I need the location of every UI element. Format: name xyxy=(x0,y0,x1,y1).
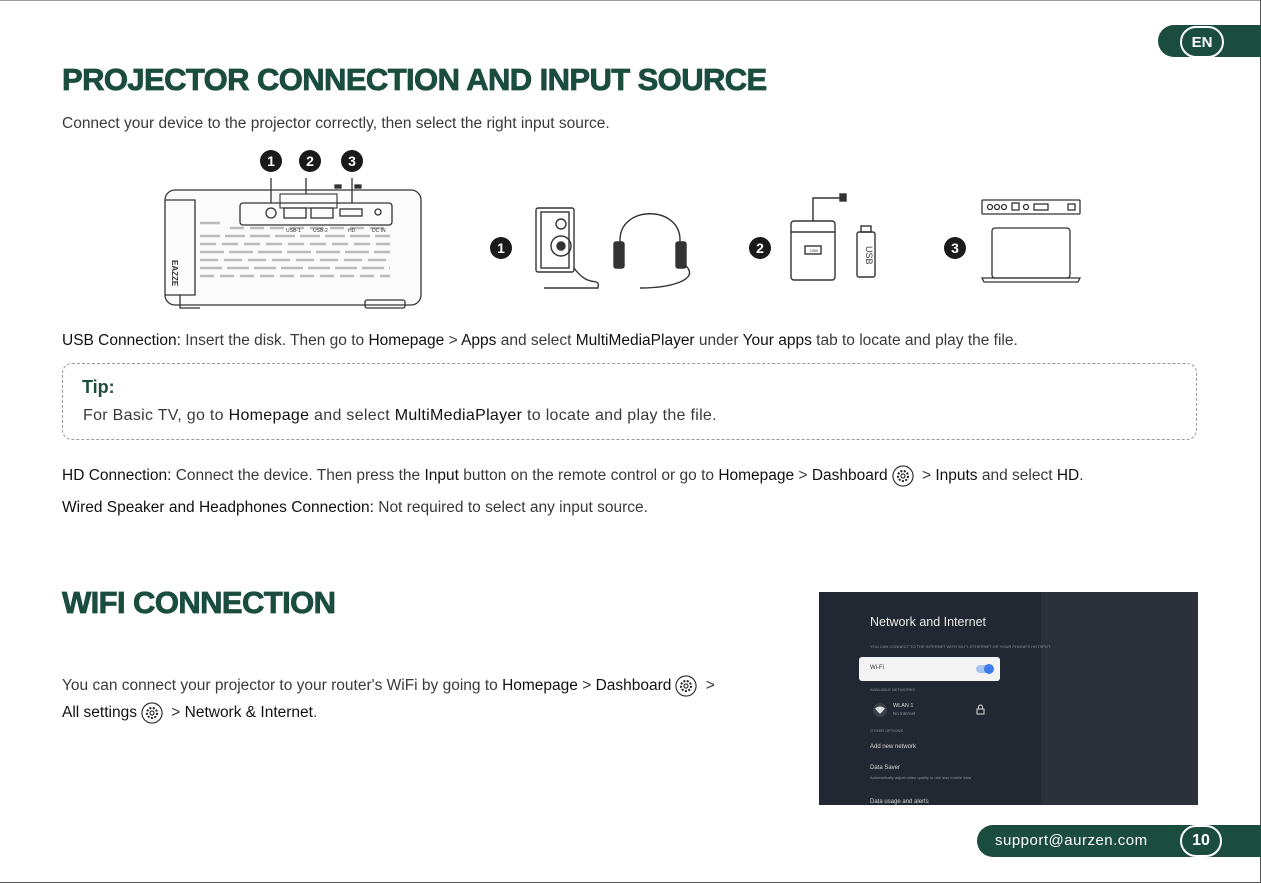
language-badge: EN xyxy=(1180,26,1224,58)
wifi-text-2: . xyxy=(312,704,318,722)
settings-gear-icon xyxy=(141,702,163,724)
usb-homepage: Homepage xyxy=(368,332,445,349)
marker-2-top: 2 xyxy=(299,150,321,172)
usb-text-4: tab to locate and play the file. xyxy=(811,332,1018,349)
brand-logo-text: EAZZE xyxy=(170,260,179,287)
page-border-top xyxy=(0,0,1261,1)
tv-screen-title: Network and Internet xyxy=(870,615,987,629)
wifi-homepage: Homepage xyxy=(502,677,578,695)
hd-homepage: Homepage xyxy=(718,467,795,485)
tip-body: For Basic TV, go to Homepage and select … xyxy=(83,407,717,425)
wifi-text-line-1: You can connect your projector to your r… xyxy=(62,675,715,697)
drive-label: USB xyxy=(810,248,819,253)
usb-stick-label: USB xyxy=(864,246,874,265)
hd-connection-text: HD Connection: Connect the device. Then … xyxy=(62,465,1084,487)
hd-input: Input xyxy=(424,467,459,485)
tip-text-3: to locate and play the file. xyxy=(522,407,717,424)
wifi-sep-2: > xyxy=(701,677,715,695)
hd-text-3: and select xyxy=(977,467,1057,485)
other-options-header: OTHER OPTIONS xyxy=(870,728,904,733)
tip-title: Tip: xyxy=(82,377,115,397)
usb-player: MultiMediaPlayer xyxy=(575,332,695,349)
support-email: support@aurzen.com xyxy=(995,832,1148,849)
port-label-dcin: DC IN xyxy=(372,228,386,234)
laptop-illustration xyxy=(980,199,1082,283)
marker-3-devices: 3 xyxy=(944,237,966,259)
hd-connection-label: HD Connection: xyxy=(62,467,172,485)
network-name[interactable]: WLAN 1 xyxy=(893,703,913,709)
tip-text-2: and select xyxy=(309,407,395,424)
wifi-text-1: You can connect your projector to your r… xyxy=(62,677,503,695)
data-saver-item[interactable]: Data Saver xyxy=(870,765,900,771)
wifi-signal-icon xyxy=(873,703,887,717)
usb-drive-illustration: USB USB xyxy=(790,193,876,281)
wifi-network: Network & Internet xyxy=(184,704,313,722)
page-number: 10 xyxy=(1180,825,1222,857)
projector-illustration: EAZZE USB-1 USB-2 HD DC IN xyxy=(164,178,422,309)
section-title-wifi-connection: WIFI CONNECTION xyxy=(62,585,337,621)
hd-inputs: Inputs xyxy=(935,467,978,485)
hd-text-4: . xyxy=(1079,467,1084,485)
data-saver-description: Automatically adjust video quality to us… xyxy=(870,775,971,780)
wifi-toggle-knob xyxy=(984,664,994,674)
network-status: No Internet xyxy=(893,711,916,716)
settings-gear-icon xyxy=(675,675,698,697)
hd-text-1: Connect the device. Then press the xyxy=(171,467,425,485)
usb-text-1: Insert the disk. Then go to xyxy=(180,332,369,349)
hd-hd: HD xyxy=(1056,467,1080,485)
wifi-sep-3: > xyxy=(166,704,185,722)
add-new-network-item[interactable]: Add new network xyxy=(870,744,916,750)
wifi-label: Wi-Fi xyxy=(870,665,884,671)
usb-sep-1: > xyxy=(444,332,462,349)
usb-apps: Apps xyxy=(461,332,497,349)
hd-sep-1: > xyxy=(794,467,812,485)
tv-preview-pane xyxy=(1041,592,1198,805)
wifi-all-settings: All settings xyxy=(62,704,137,722)
wired-connection-text: Wired Speaker and Headphones Connection:… xyxy=(62,499,648,517)
port-label-hd: HD xyxy=(348,228,356,234)
tv-subtitle: YOU CAN CONNECT TO THE INTERNET WITH WI-… xyxy=(870,644,1052,649)
available-networks-header: AVAILABLE NETWORKS xyxy=(870,687,916,692)
lock-icon xyxy=(976,704,985,715)
marker-1-devices: 1 xyxy=(490,237,512,259)
marker-1-top: 1 xyxy=(260,150,282,172)
tip-text-1: For Basic TV, go to xyxy=(83,407,229,424)
hd-sep-2: > xyxy=(917,467,936,485)
wifi-text-line-2: All settings > Network & Internet. xyxy=(62,702,317,724)
hd-dashboard: Dashboard xyxy=(811,467,888,485)
intro-text: Connect your device to the projector cor… xyxy=(62,115,610,132)
usb-text-2: and select xyxy=(496,332,576,349)
marker-2-devices: 2 xyxy=(749,237,771,259)
marker-3-top: 3 xyxy=(341,150,363,172)
tip-box xyxy=(62,363,1197,440)
wired-text-1: Not required to select any input source. xyxy=(373,499,648,516)
speaker-headphones-illustration xyxy=(535,207,690,289)
hd-text-2: button on the remote control or go to xyxy=(458,467,719,485)
tip-homepage: Homepage xyxy=(228,407,310,424)
section-title-projector-connection: PROJECTOR CONNECTION AND INPUT SOURCE xyxy=(62,62,768,98)
settings-gear-icon xyxy=(892,465,914,487)
data-usage-item[interactable]: Data usage and alerts xyxy=(870,799,929,805)
usb-your-apps: Your apps xyxy=(742,332,812,349)
wired-connection-label: Wired Speaker and Headphones Connection: xyxy=(62,499,374,516)
usb-connection-label: USB Connection: xyxy=(62,332,181,349)
port-label-usb1: USB-1 xyxy=(286,228,301,234)
usb-connection-text: USB Connection: Insert the disk. Then go… xyxy=(62,332,1018,350)
wifi-sep-1: > xyxy=(577,677,596,695)
wifi-dashboard: Dashboard xyxy=(595,677,672,695)
tip-player: MultiMediaPlayer xyxy=(394,407,523,424)
port-label-usb2: USB-2 xyxy=(313,228,328,234)
usb-text-3: under xyxy=(694,332,743,349)
